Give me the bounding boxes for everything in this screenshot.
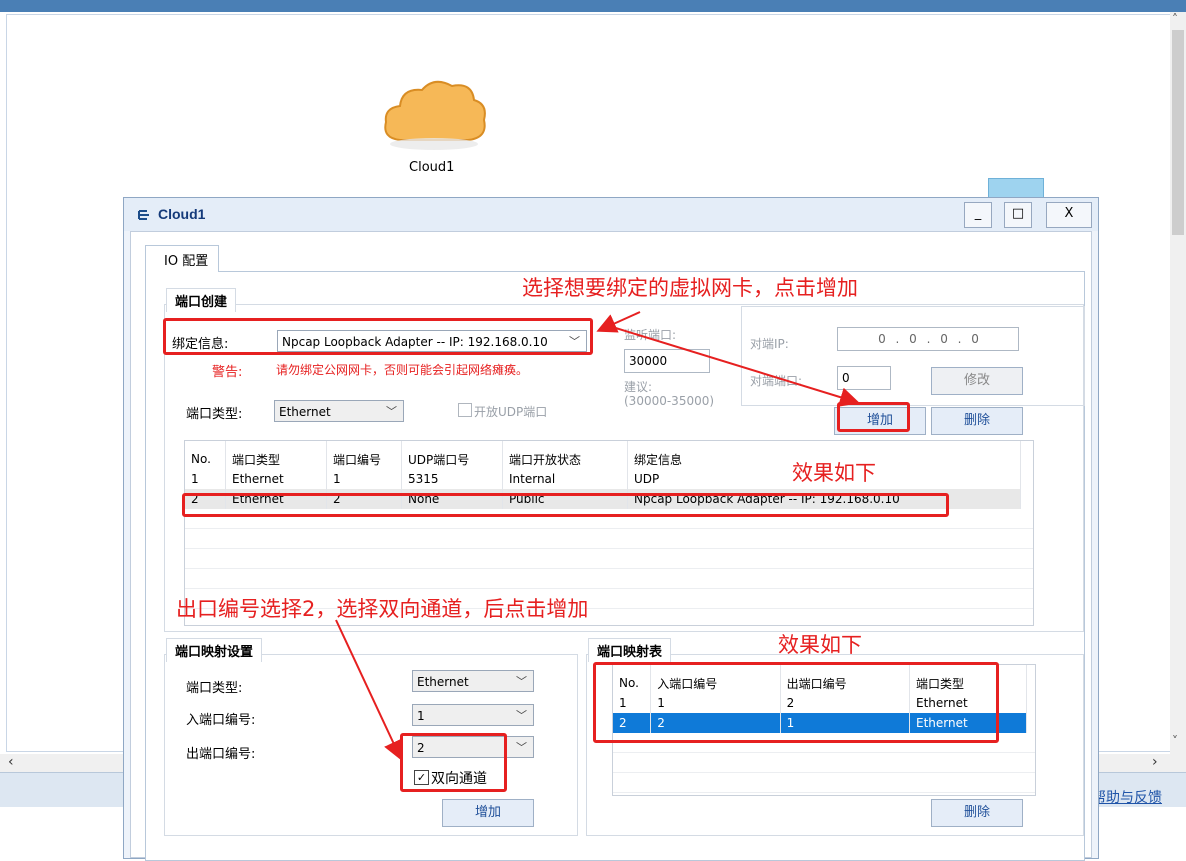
arrow-to-add: [605, 324, 860, 407]
arrow-to-out-port: [335, 619, 403, 761]
annotation-arrows: [335, 311, 860, 761]
arrow-to-select: [596, 311, 641, 333]
